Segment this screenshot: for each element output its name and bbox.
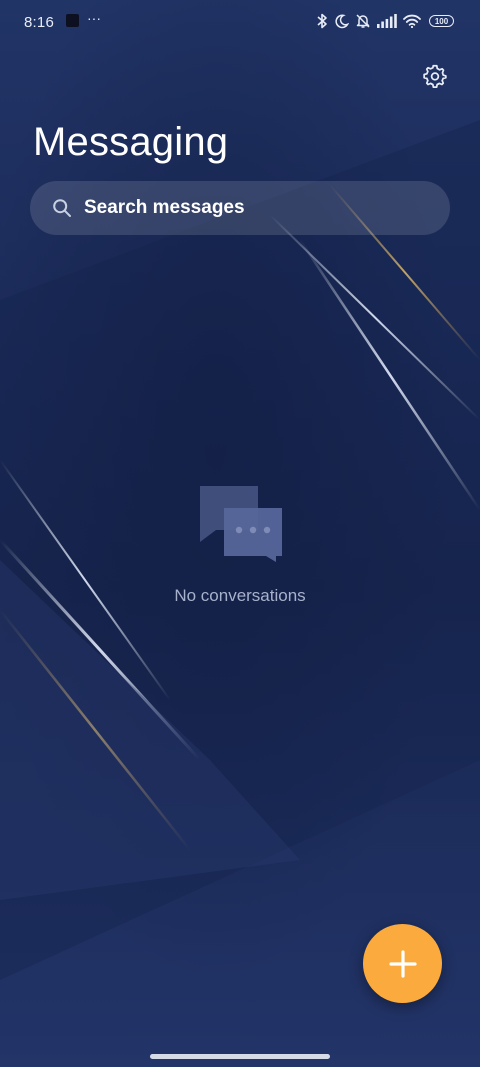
plus-icon xyxy=(388,949,417,978)
chat-bubbles-icon xyxy=(200,486,282,562)
search-input[interactable] xyxy=(84,181,434,235)
more-dots-icon: ··· xyxy=(87,9,101,26)
status-bar: 8:16 ··· 100 xyxy=(0,0,480,46)
settings-button[interactable] xyxy=(418,59,452,93)
bluetooth-icon xyxy=(317,13,327,29)
status-left-icons: ··· xyxy=(66,9,101,27)
search-bar[interactable] xyxy=(30,181,450,235)
home-indicator[interactable] xyxy=(150,1054,330,1059)
empty-state-label: No conversations xyxy=(174,586,306,605)
new-conversation-button[interactable] xyxy=(363,924,442,1003)
wifi-icon xyxy=(403,14,421,28)
empty-state: No conversations xyxy=(0,480,480,606)
status-right-icons: 100 xyxy=(316,13,454,29)
app-notification-icon xyxy=(66,14,79,27)
muted-bell-icon xyxy=(356,14,370,28)
cellular-signal-icon xyxy=(377,14,397,28)
do-not-disturb-moon-icon xyxy=(335,14,349,28)
search-icon xyxy=(53,199,71,217)
page-title: Messaging xyxy=(33,120,229,164)
battery-icon: 100 xyxy=(429,15,454,27)
status-time: 8:16 xyxy=(24,14,54,31)
gear-icon xyxy=(423,64,447,89)
